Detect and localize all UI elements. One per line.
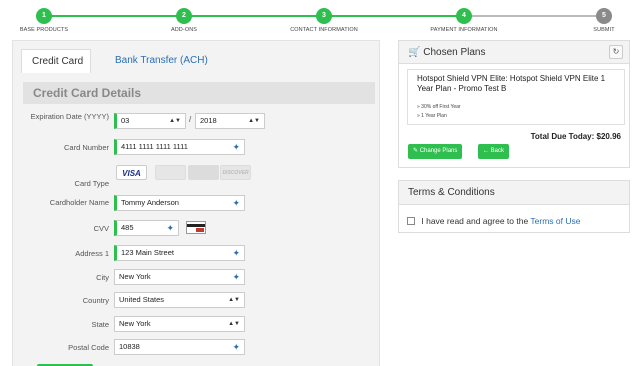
card-number-input[interactable]: 4111 1111 1111 1111 ✦: [114, 139, 245, 155]
total-value: $20.96: [596, 132, 621, 141]
plan-name: Hotspot Shield VPN Elite: Hotspot Shield…: [417, 74, 606, 93]
state-label: State: [91, 320, 109, 329]
checkout-progress: 1 Base Products 2 Add-ons 3 Contact Info…: [0, 0, 640, 38]
back-label: Back: [490, 148, 505, 154]
step-5-label: Submit: [593, 27, 615, 33]
progress-line-complete: [44, 15, 464, 17]
tab-bank-transfer[interactable]: Bank Transfer (ACH): [105, 49, 218, 73]
autofill-wand-icon[interactable]: ✦: [232, 196, 240, 210]
terms-checkbox[interactable]: [407, 217, 415, 225]
postal-input[interactable]: 10838 ✦: [114, 339, 245, 355]
change-plans-label: Change Plans: [419, 148, 458, 154]
autofill-wand-icon[interactable]: ✦: [232, 340, 240, 354]
card-number-value: 4111 1111 1111 1111: [121, 142, 188, 151]
address1-value: 123 Main Street: [121, 248, 174, 257]
chosen-plans-panel: 🛒 Chosen Plans ↻ Hotspot Shield VPN Elit…: [398, 40, 630, 168]
cardholder-input[interactable]: Tommy Anderson ✦: [114, 195, 245, 211]
select-arrows-icon: ▲▼: [228, 297, 240, 303]
step-1-dot: 1: [36, 8, 52, 24]
terms-header: Terms & Conditions: [399, 181, 629, 205]
plan-summary: Hotspot Shield VPN Elite: Hotspot Shield…: [407, 69, 625, 125]
card-number-label: Card Number: [63, 143, 109, 152]
select-arrows-icon: ▲▼: [248, 118, 260, 124]
expiration-year-select[interactable]: 2018 ▲▼: [195, 113, 265, 129]
card-type-label: Card Type: [74, 179, 109, 188]
mastercard-logo-icon: [155, 165, 186, 180]
expiration-year-value: 2018: [200, 116, 217, 125]
address1-input[interactable]: 123 Main Street ✦: [114, 245, 245, 261]
country-label: Country: [82, 296, 109, 305]
autofill-wand-icon[interactable]: ✦: [232, 246, 240, 260]
cvv-label: CVV: [93, 224, 109, 233]
payment-panel: Credit Card Bank Transfer (ACH) Credit C…: [12, 40, 380, 366]
terms-agreement: I have read and agree to the Terms of Us…: [407, 216, 580, 226]
expiration-separator: /: [189, 115, 192, 124]
chosen-plans-title: Chosen Plans: [423, 47, 486, 58]
city-label: City: [96, 273, 109, 282]
total-due: Total Due Today: $20.96: [531, 132, 621, 141]
cart-icon: 🛒: [408, 47, 421, 58]
autofill-wand-icon[interactable]: ✦: [232, 270, 240, 284]
cardholder-value: Tommy Anderson: [121, 198, 179, 207]
city-input[interactable]: New York ✦: [114, 269, 245, 285]
cvv-help-card-icon: [186, 221, 206, 234]
postal-label: Postal Code: [68, 343, 109, 352]
select-arrows-icon: ▲▼: [169, 118, 181, 124]
postal-value: 10838: [119, 342, 140, 351]
change-plans-button[interactable]: ✎ Change Plans: [408, 144, 463, 159]
section-title: Credit Card Details: [23, 82, 375, 104]
autofill-wand-icon[interactable]: ✦: [166, 221, 174, 235]
expiration-month-value: 03: [121, 116, 130, 125]
select-arrows-icon: ▲▼: [228, 321, 240, 327]
back-button[interactable]: ← Back: [478, 144, 510, 159]
city-value: New York: [119, 272, 151, 281]
cvv-value: 485: [121, 223, 134, 232]
plan-feature: » 30% off First Year: [417, 104, 461, 110]
state-value: New York: [119, 319, 151, 328]
amex-logo-icon: [188, 165, 219, 180]
tab-credit-card[interactable]: Credit Card: [21, 49, 91, 73]
step-4-dot: 4: [456, 8, 472, 24]
step-2-dot: 2: [176, 8, 192, 24]
refresh-icon[interactable]: ↻: [609, 45, 623, 59]
cvv-input[interactable]: 485 ✦: [114, 220, 179, 236]
step-3-dot: 3: [316, 8, 332, 24]
progress-line-remaining: [464, 15, 604, 17]
visa-logo-icon: VISA: [116, 165, 147, 180]
terms-panel: Terms & Conditions I have read and agree…: [398, 180, 630, 233]
step-5-dot: 5: [596, 8, 612, 24]
pencil-icon: ✎: [413, 148, 419, 154]
total-label: Total Due Today:: [530, 132, 595, 141]
step-1-label: Base Products: [19, 27, 69, 33]
terms-text: I have read and agree to the: [421, 216, 529, 226]
expiration-label: Expiration Date (YYYY): [30, 112, 109, 121]
state-select[interactable]: New York ▲▼: [114, 316, 245, 332]
chosen-plans-header: 🛒 Chosen Plans ↻: [399, 41, 629, 64]
step-4-label: Payment Information: [430, 27, 498, 33]
expiration-month-select[interactable]: 03 ▲▼: [114, 113, 186, 129]
plan-feature: » 1 Year Plan: [417, 113, 447, 119]
autofill-wand-icon[interactable]: ✦: [232, 140, 240, 154]
step-2-label: Add-ons: [170, 27, 198, 33]
country-value: United States: [119, 295, 165, 304]
cardholder-label: Cardholder Name: [49, 198, 109, 207]
address1-label: Address 1: [75, 249, 109, 258]
arrow-left-icon: ←: [483, 148, 489, 154]
step-3-label: Contact Information: [290, 27, 358, 33]
terms-of-use-link[interactable]: Terms of Use: [530, 216, 580, 226]
discover-logo-icon: DISCOVER: [220, 165, 251, 180]
country-select[interactable]: United States ▲▼: [114, 292, 245, 308]
